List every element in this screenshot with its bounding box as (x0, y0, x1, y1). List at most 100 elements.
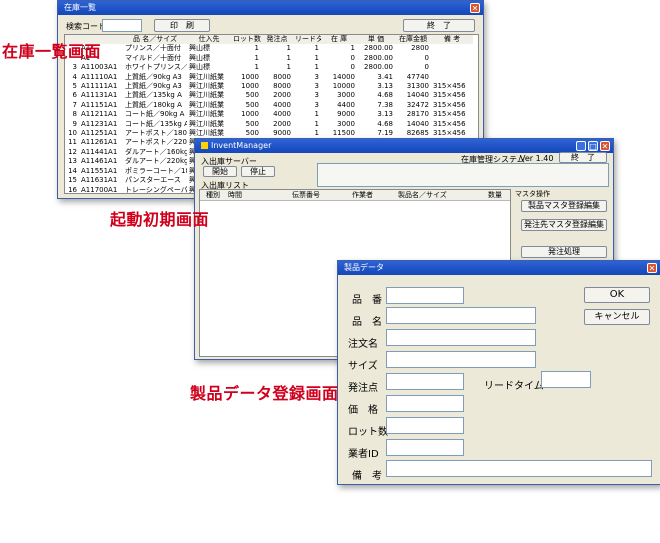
table-cell: ダルアート／220kg (125, 157, 187, 166)
search-code-input[interactable] (102, 19, 142, 32)
table-cell: 315×456 (433, 119, 466, 128)
table-row[interactable]: 6 A11131A1 上質紙／135kg A 興江川紙業 500 2000 3 3000 4.6… (65, 91, 473, 100)
server-start-button[interactable]: 開始 (203, 166, 237, 177)
table-cell: 3 (72, 63, 77, 72)
column-header: 発注点 (261, 35, 293, 45)
table-cell: A11251A1 (81, 129, 118, 138)
close-icon[interactable]: ✕ (600, 141, 610, 151)
table-cell: A11131A1 (81, 91, 118, 100)
table-cell: 2000 (273, 119, 291, 128)
table-cell: 興江川紙業 (189, 82, 224, 91)
table-cell (431, 54, 473, 63)
column-header: 品 名／サイズ (123, 35, 187, 45)
order-point-input[interactable] (386, 373, 464, 390)
table-cell: ダルアート／160kg (125, 147, 187, 156)
table-cell: 0 (350, 53, 355, 62)
table-cell: 12 (68, 147, 77, 156)
column-header: 単 価 (357, 35, 395, 45)
column-header: 作業者 (352, 191, 373, 199)
table-row[interactable]: 3 A11003A1 ホワイトプリンス／ 興山標 1 1 1 0 2800.00 0 (65, 63, 473, 72)
product-number-label: 品 番 (352, 295, 382, 306)
table-row[interactable]: A1 マイルド／十面付 興山標 1 1 1 0 2800.00 0 (65, 54, 473, 63)
close-icon[interactable]: ✕ (470, 3, 480, 13)
ok-button[interactable]: OK (584, 287, 650, 303)
table-cell: 2000 (273, 91, 291, 100)
table-cell: 0 (424, 53, 429, 62)
table-cell: アートポスト／180k (125, 129, 187, 138)
order-name-input[interactable] (386, 329, 536, 346)
maximize-icon[interactable]: □ (588, 141, 598, 151)
table-cell: 315×456 (433, 100, 466, 109)
order-process-button[interactable]: 発注処理 (521, 246, 607, 258)
table-cell: ホワイトプリンス／ (125, 63, 187, 72)
table-cell: 3 (314, 82, 319, 91)
lot-label: ロット数 (348, 427, 388, 438)
product-name-input[interactable] (386, 307, 536, 324)
search-label: 検索コード (66, 22, 106, 31)
table-cell: 1 (314, 53, 319, 62)
table-cell: 興山標 (189, 63, 210, 72)
table-cell: 3 (314, 100, 319, 109)
table-cell: 興山標 (189, 44, 210, 53)
table-cell: 1 (286, 53, 291, 62)
price-input[interactable] (386, 395, 464, 412)
close-icon[interactable]: ✕ (647, 263, 657, 273)
table-row[interactable]: 7 A11151A1 上質紙／180kg A 興江川紙業 500 4000 3 4400 7.3… (65, 101, 473, 110)
table-cell: 興山標 (189, 53, 210, 62)
table-cell: アートポスト／220k (125, 138, 187, 147)
table-cell: 3 (314, 91, 319, 100)
column-header: 伝票番号 (292, 191, 320, 199)
master-label: マスタ操作 (515, 190, 550, 198)
table-cell (431, 63, 473, 72)
cancel-button[interactable]: キャンセル (584, 309, 650, 325)
table-cell: 4000 (273, 110, 291, 119)
table-cell: 9 (72, 119, 77, 128)
table-cell: 315×456 (433, 110, 466, 119)
table-cell: 3.13 (377, 82, 393, 91)
server-status-box (317, 163, 609, 187)
lead-time-label: リードタイム (484, 381, 544, 392)
stock-exit-button[interactable]: 終 了 (403, 19, 475, 32)
table-cell: 興江川紙業 (189, 91, 224, 100)
transaction-list-header: 種別 時間 伝票番号 作業者 製品名／サイズ 数量 (200, 190, 510, 201)
table-cell: 315×456 (433, 82, 466, 91)
table-cell (431, 73, 473, 82)
minimize-icon[interactable]: _ (576, 141, 586, 151)
table-cell: A11003A1 (81, 63, 118, 72)
vendor-id-input[interactable] (386, 439, 464, 456)
table-cell: 4000 (273, 100, 291, 109)
server-stop-button[interactable]: 停止 (241, 166, 275, 177)
table-cell: A11631A1 (81, 176, 118, 185)
price-label: 価 格 (348, 405, 378, 416)
table-cell: A11441A1 (81, 147, 118, 156)
supplier-master-button[interactable]: 発注先マスタ登録編集 (521, 219, 607, 231)
table-cell: 47740 (406, 72, 429, 81)
table-cell: 1 (254, 53, 259, 62)
product-master-button[interactable]: 製品マスタ登録編集 (521, 200, 607, 212)
table-row[interactable]: A1 プリンス／十面付 興山標 1 1 1 1 2800.00 2800 (65, 44, 473, 53)
table-cell: 2800.00 (364, 44, 393, 53)
lead-time-input[interactable] (541, 371, 591, 388)
print-button[interactable]: 印 刷 (154, 19, 210, 32)
table-row[interactable]: 4 A11110A1 上質紙／90kg A3 興江川紙業 1000 8000 3 14000 3… (65, 73, 473, 82)
table-cell: 14040 (406, 91, 429, 100)
table-cell: A11151A1 (81, 100, 118, 109)
table-cell: 1 (254, 63, 259, 72)
table-row[interactable]: 9 A11231A1 コート紙／135kg A 興江川紙業 500 2000 1 3000 4.… (65, 120, 473, 129)
table-cell: 1 (254, 44, 259, 53)
table-row[interactable]: 5 A11111A1 上質紙／90kg A3 興江川紙業 1000 8000 3 10000 3… (65, 82, 473, 91)
table-cell: 1000 (241, 72, 259, 81)
table-cell: 4400 (337, 100, 355, 109)
table-cell: A11700A1 (81, 185, 118, 194)
table-cell: 10000 (332, 82, 355, 91)
column-header: 備 考 (431, 35, 473, 45)
table-cell: 8000 (273, 72, 291, 81)
table-cell: 0 (350, 63, 355, 72)
remarks-input[interactable] (386, 460, 652, 477)
lot-input[interactable] (386, 417, 464, 434)
table-cell: 上質紙／135kg A (125, 91, 182, 100)
size-input[interactable] (386, 351, 536, 368)
table-row[interactable]: 8 A11211A1 コート紙／90kg A 興江川紙業 1000 4000 1 9000 3.… (65, 110, 473, 119)
main-exit-button[interactable]: 終 了 (559, 152, 607, 163)
product-number-input[interactable] (386, 287, 464, 304)
